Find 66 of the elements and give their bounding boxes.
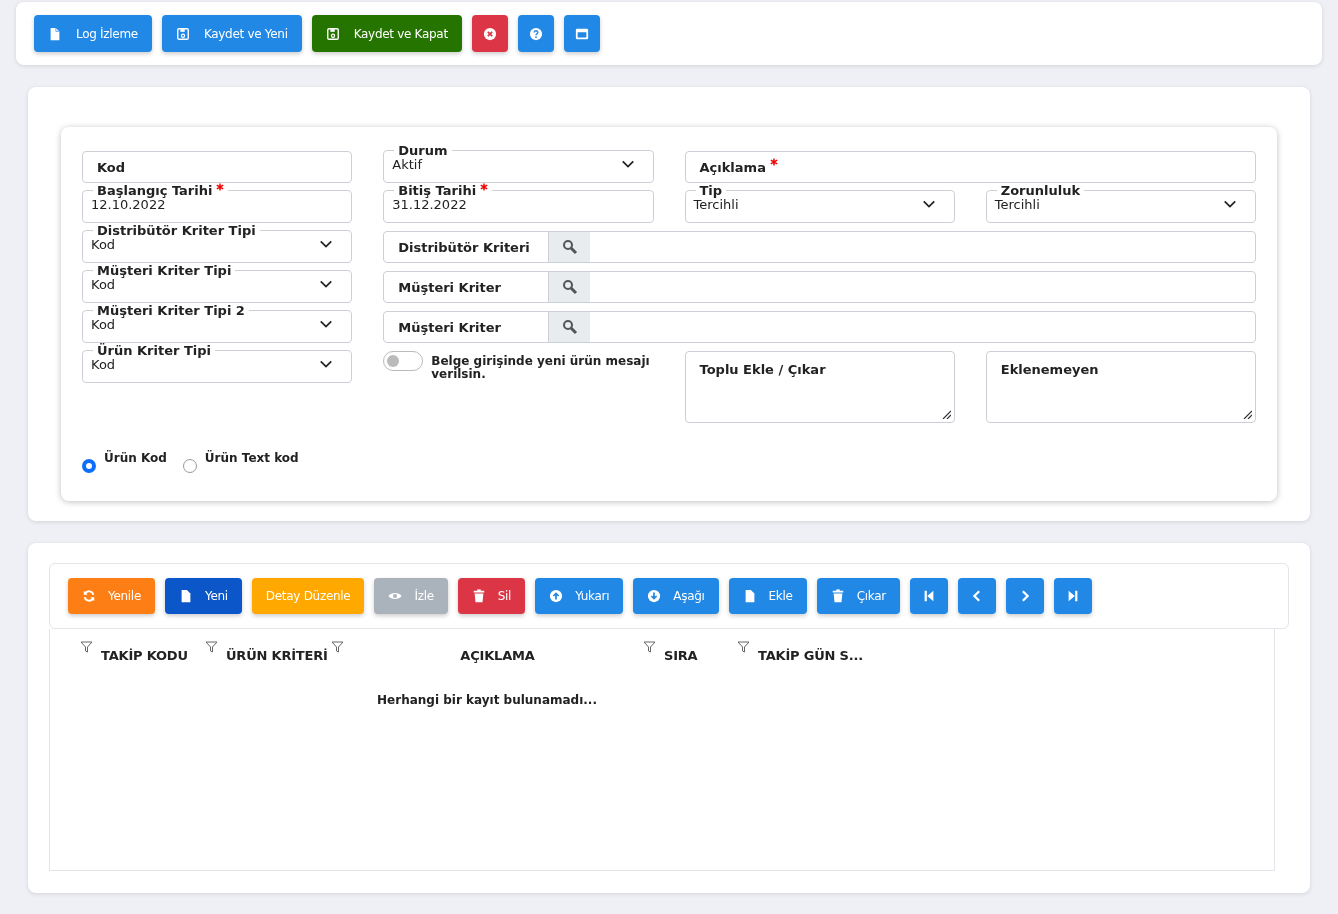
chevron-left-button[interactable] bbox=[957, 578, 996, 614]
search-icon bbox=[561, 319, 578, 335]
button[interactable]: Aşağı bbox=[633, 578, 719, 614]
close-button[interactable] bbox=[471, 15, 508, 52]
filter-icon[interactable] bbox=[643, 641, 656, 653]
dropdown-field[interactable]: Zorunluluk Tercihli bbox=[985, 183, 1256, 223]
dropdown-field[interactable]: Tip Tercihli bbox=[684, 183, 955, 223]
dropdown-field[interactable]: Durum Aktif bbox=[383, 143, 654, 183]
search-button[interactable] bbox=[548, 232, 591, 262]
text-area[interactable]: Toplu Ekle / Çıkar bbox=[684, 351, 955, 423]
date-field[interactable]: Bitiş Tarihi 31.12.2022 bbox=[383, 183, 654, 223]
radio-option[interactable]: Ürün Kod bbox=[82, 451, 167, 473]
dropdown-field[interactable]: Ürün Kriter Tipi Kod bbox=[82, 343, 353, 383]
lookup-field[interactable]: Distribütör Kriteri bbox=[383, 231, 1256, 263]
refresh-icon bbox=[82, 589, 96, 603]
last-page-button[interactable] bbox=[1053, 578, 1092, 614]
column-header: ÜRÜN KRİTERİ bbox=[226, 648, 328, 663]
toggle-label: Belge girişinde yeni ürün mesajı verilsin. bbox=[431, 355, 651, 381]
lookup-field[interactable]: Müşteri Kriter bbox=[383, 271, 1256, 303]
column-header: SIRA bbox=[664, 648, 698, 663]
button[interactable]: Yeni bbox=[165, 578, 242, 614]
trash-icon bbox=[830, 589, 845, 603]
text-area[interactable]: Eklenemeyen bbox=[985, 351, 1256, 423]
lookup-field[interactable]: Müşteri Kriter bbox=[383, 311, 1256, 343]
dropdown-field[interactable]: Müşteri Kriter Tipi 2 Kod bbox=[82, 303, 353, 343]
first-page-button[interactable] bbox=[909, 578, 948, 614]
search-icon bbox=[561, 239, 578, 255]
document-icon bbox=[48, 26, 62, 41]
button[interactable]: Çıkar bbox=[816, 578, 900, 614]
filter-icon[interactable] bbox=[205, 641, 218, 653]
close-icon bbox=[482, 26, 497, 41]
button[interactable]: Log İzleme bbox=[34, 15, 152, 52]
column-header: AÇIKLAMA bbox=[459, 648, 536, 663]
empty-message: Herhangi bir kayıt bulunamadı... bbox=[376, 693, 598, 707]
resize-grip-icon bbox=[941, 410, 951, 419]
button[interactable]: Sil bbox=[457, 578, 526, 614]
trash-icon bbox=[471, 589, 486, 603]
toggle-switch[interactable] bbox=[383, 351, 424, 371]
filter-icon[interactable] bbox=[80, 641, 93, 653]
search-icon bbox=[561, 279, 578, 295]
resize-grip-icon bbox=[1243, 410, 1252, 419]
arrow-down-circle-icon bbox=[647, 589, 662, 603]
dropdown-field[interactable]: Distribütör Kriter Tipi Kod bbox=[82, 223, 353, 263]
arrow-up-circle-icon bbox=[549, 589, 564, 603]
radio-option[interactable]: Ürün Text kod bbox=[182, 451, 299, 473]
chevron-right-button[interactable] bbox=[1005, 578, 1044, 614]
dropdown-field[interactable]: Müşteri Kriter Tipi Kod bbox=[82, 263, 353, 303]
search-button[interactable] bbox=[548, 272, 591, 302]
help-button[interactable] bbox=[517, 15, 554, 52]
search-button[interactable] bbox=[548, 312, 591, 342]
help-icon bbox=[528, 26, 543, 41]
button[interactable]: Kaydet ve Yeni bbox=[161, 15, 302, 52]
button[interactable]: Yukarı bbox=[535, 578, 624, 614]
filter-icon[interactable] bbox=[331, 641, 344, 653]
window-icon bbox=[574, 26, 589, 41]
window-button[interactable] bbox=[563, 15, 600, 52]
column-header: TAKİP KODU bbox=[101, 648, 188, 663]
date-field[interactable]: Başlangıç Tarihi 12.10.2022 bbox=[82, 183, 353, 223]
column-header: TAKİP GÜN S... bbox=[758, 648, 863, 663]
text-field[interactable]: Açıklama bbox=[684, 151, 1256, 183]
radio-button[interactable] bbox=[82, 459, 96, 473]
button[interactable]: Ekle bbox=[728, 578, 807, 614]
filter-icon[interactable] bbox=[737, 641, 750, 653]
text-field[interactable]: Kod bbox=[82, 151, 353, 183]
button[interactable]: Kaydet ve Kapat bbox=[311, 15, 462, 52]
document-icon bbox=[179, 589, 193, 603]
